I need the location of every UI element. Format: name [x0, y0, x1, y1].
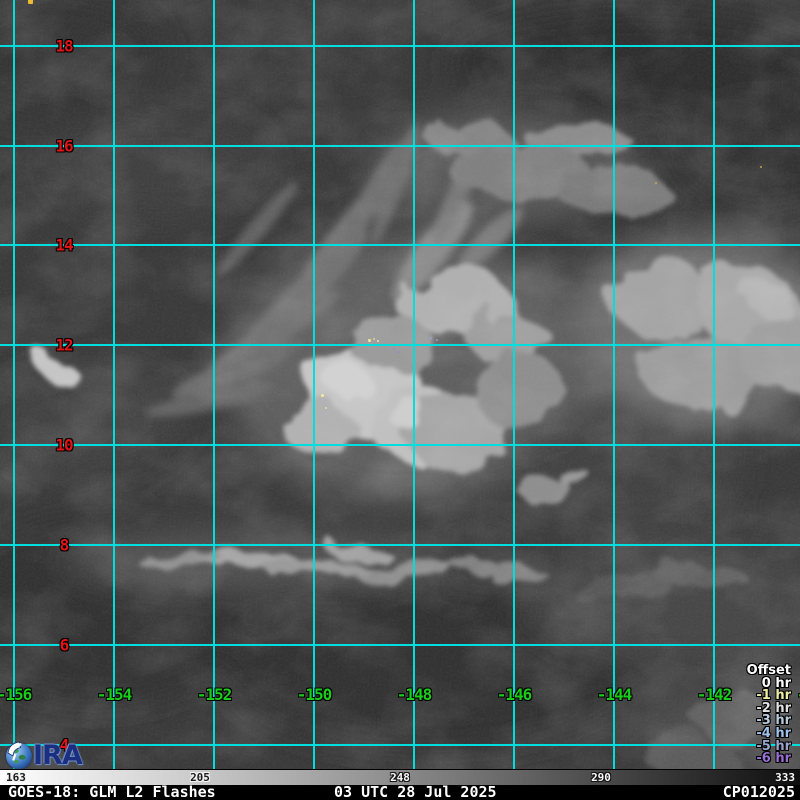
offset-legend: Offset 0 hr-1 hr-2 hr-3 hr-4 hr-5 hr-6 h… — [747, 665, 791, 766]
map-area: 1816141210864 -156-154-152-150-148-146-1… — [0, 0, 800, 769]
status-bar: GOES-18: GLM L2 Flashes 03 UTC 28 Jul 20… — [0, 785, 800, 800]
cira-logo: IRA — [6, 741, 124, 769]
legend-entry: -6 hr — [747, 753, 791, 766]
lon-label: -148 — [397, 685, 432, 704]
product-name: GOES-18: GLM L2 Flashes — [8, 785, 216, 800]
lon-label: -154 — [97, 685, 132, 704]
lon-labels: -156-154-152-150-148-146-144-142-140 — [0, 0, 800, 769]
lon-label: -146 — [497, 685, 532, 704]
colorbar-tick: 290 — [591, 771, 611, 785]
satellite-dish-icon — [6, 741, 24, 761]
product-id: CP012025 — [723, 785, 795, 800]
legend-entries: 0 hr-1 hr-2 hr-3 hr-4 hr-5 hr-6 hr — [747, 678, 791, 766]
lon-label: -144 — [597, 685, 632, 704]
cira-logo-text: IRA — [33, 743, 82, 769]
lon-label: -142 — [697, 685, 732, 704]
lon-label: -152 — [197, 685, 232, 704]
lon-label: -150 — [297, 685, 332, 704]
screen: 1816141210864 -156-154-152-150-148-146-1… — [0, 0, 800, 800]
lon-label: -156 — [0, 685, 31, 704]
datetime: 03 UTC 28 Jul 2025 — [334, 785, 497, 800]
